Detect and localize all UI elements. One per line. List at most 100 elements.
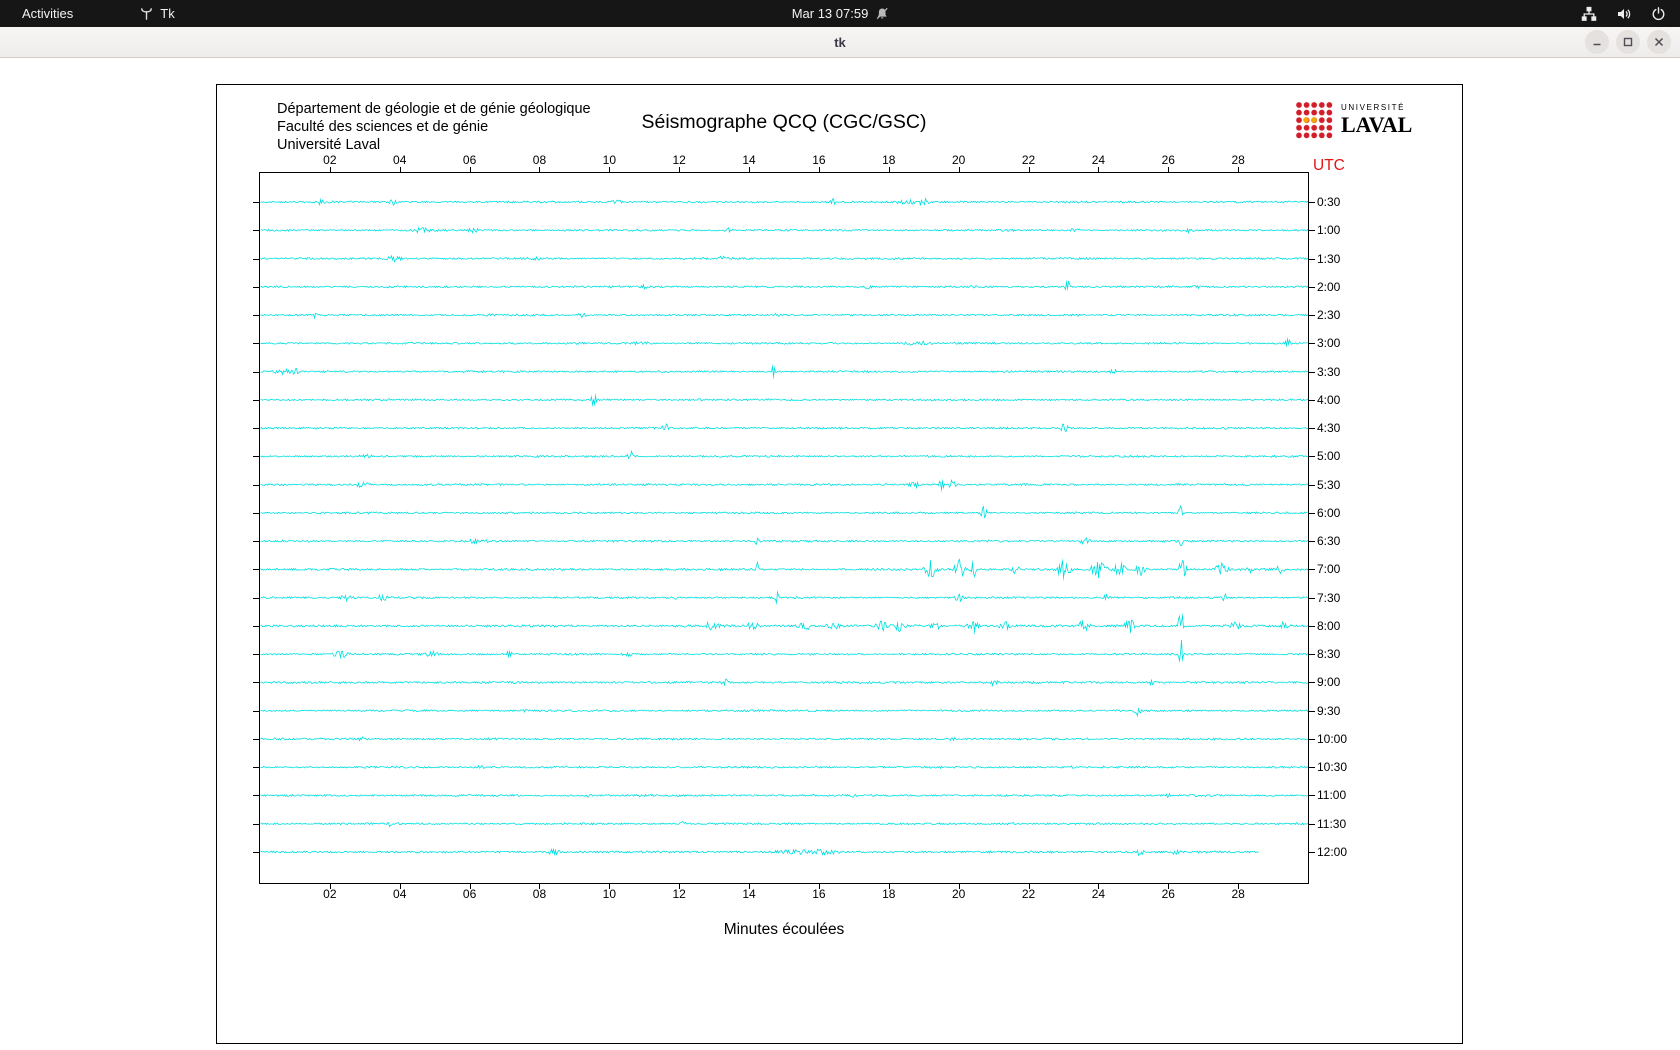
tk-taskbar-item[interactable]: Tk [139, 6, 175, 21]
x-tick-label-top: 26 [1161, 153, 1175, 167]
trace-time-label: 6:00 [1317, 505, 1341, 520]
trace-time-label: 10:00 [1317, 731, 1348, 746]
trace-time-label: 8:00 [1317, 618, 1341, 633]
trace-tick-mark-right [1309, 625, 1315, 627]
x-tick-label-bottom: 26 [1161, 887, 1175, 901]
tk-app-icon [139, 6, 154, 21]
trace-tick-mark-left [253, 399, 259, 401]
trace-tick-mark-left [253, 456, 259, 458]
x-tick-label-bottom: 28 [1231, 887, 1245, 901]
window-controls [1585, 30, 1671, 54]
trace-time-label: 11:30 [1317, 816, 1347, 831]
x-tick-label-bottom: 02 [323, 887, 337, 901]
x-tick-mark [539, 884, 541, 889]
trace-tick-mark-right [1309, 371, 1315, 373]
window-titlebar: tk [0, 27, 1680, 58]
trace-time-label: 9:00 [1317, 675, 1341, 690]
trace-tick-mark-left [253, 258, 259, 260]
trace-tick-mark-right [1309, 682, 1315, 684]
plot-area: UTC Minutes écoulées 02 02 04 04 06 06 08 08 10 1… [217, 85, 1464, 1045]
trace-time-label: 4:00 [1317, 392, 1341, 407]
trace-tick-mark-right [1309, 343, 1315, 345]
trace-tick-mark-right [1309, 823, 1315, 825]
x-tick-mark [749, 167, 751, 172]
plot-frame [259, 172, 1309, 884]
trace-tick-mark-right [1309, 569, 1315, 571]
network-icon[interactable] [1581, 6, 1597, 22]
volume-icon[interactable] [1616, 6, 1632, 22]
trace-tick-mark-left [253, 597, 259, 599]
x-tick-label-top: 04 [393, 153, 407, 167]
trace-time-label: 11:00 [1317, 788, 1347, 803]
trace-tick-mark-right [1309, 710, 1315, 712]
trace-tick-mark-right [1309, 852, 1315, 853]
x-tick-mark [1028, 884, 1030, 889]
x-tick-label-top: 06 [462, 153, 477, 167]
trace-time-label: 2:30 [1317, 308, 1341, 323]
x-tick-label-top: 22 [1021, 153, 1036, 167]
trace-tick-mark-right [1309, 428, 1315, 430]
x-tick-mark [958, 167, 960, 172]
x-tick-mark [399, 167, 401, 172]
activities-button[interactable]: Activities [14, 4, 81, 23]
trace-tick-mark-right [1309, 541, 1315, 543]
trace-tick-mark-right [1309, 258, 1315, 260]
x-tick-label-top: 24 [1091, 153, 1106, 167]
trace-tick-mark-right [1309, 202, 1315, 203]
x-tick-mark [818, 167, 820, 172]
trace-tick-mark-left [253, 512, 259, 514]
x-tick-mark [749, 884, 751, 889]
trace-tick-mark-right [1309, 230, 1315, 232]
trace-time-label: 7:00 [1317, 562, 1341, 577]
x-tick-mark [1238, 884, 1240, 889]
maximize-button[interactable] [1616, 30, 1640, 54]
trace-time-label: 4:30 [1317, 421, 1341, 436]
trace-tick-mark-right [1309, 315, 1315, 317]
x-tick-mark [888, 884, 890, 889]
x-tick-label-bottom: 12 [672, 887, 686, 901]
x-tick-mark [609, 167, 611, 172]
x-tick-mark [399, 884, 401, 889]
trace-tick-mark-left [253, 286, 259, 288]
x-tick-label-top: 08 [532, 153, 547, 167]
trace-tick-mark-right [1309, 654, 1315, 656]
x-tick-label-top: 18 [882, 153, 896, 167]
seismograph-panel: Département de géologie et de génie géol… [216, 84, 1463, 1044]
x-tick-label-bottom: 08 [532, 887, 547, 901]
x-tick-mark [679, 167, 681, 172]
trace-tick-mark-right [1309, 597, 1315, 599]
utc-axis-label: UTC [1313, 157, 1345, 174]
x-tick-label-top: 28 [1231, 153, 1245, 167]
x-tick-mark [329, 167, 331, 172]
x-tick-mark [1028, 167, 1030, 172]
x-tick-label-bottom: 22 [1021, 887, 1036, 901]
close-button[interactable] [1647, 30, 1671, 54]
power-icon[interactable] [1651, 6, 1666, 21]
trace-time-label: 1:00 [1317, 223, 1341, 238]
trace-time-label: 9:30 [1317, 703, 1341, 718]
trace-tick-mark-left [253, 738, 259, 740]
clock-button[interactable]: Mar 13 07:59 [792, 6, 889, 21]
trace-tick-mark-left [253, 852, 259, 853]
x-tick-label-bottom: 16 [812, 887, 826, 901]
x-tick-label-bottom: 14 [742, 887, 756, 901]
minimize-button[interactable] [1585, 30, 1609, 54]
trace-tick-mark-right [1309, 456, 1315, 458]
tk-window-content: Département de géologie et de génie géol… [0, 58, 1680, 1050]
trace-time-label: 5:30 [1317, 477, 1341, 492]
x-tick-label-top: 20 [951, 153, 966, 167]
trace-tick-mark-right [1309, 286, 1315, 288]
trace-tick-mark-right [1309, 795, 1315, 797]
x-tick-mark [329, 884, 331, 889]
trace-tick-mark-left [253, 541, 259, 543]
trace-tick-mark-right [1309, 738, 1315, 740]
x-tick-label-bottom: 04 [393, 887, 407, 901]
system-status-area [1581, 6, 1666, 22]
x-tick-mark [539, 167, 541, 172]
x-tick-mark [1168, 884, 1170, 889]
trace-tick-mark-left [253, 230, 259, 232]
clock-label: Mar 13 07:59 [791, 6, 869, 21]
trace-tick-mark-left [253, 795, 259, 797]
x-tick-mark [469, 167, 471, 172]
trace-time-label: 3:30 [1317, 364, 1341, 379]
